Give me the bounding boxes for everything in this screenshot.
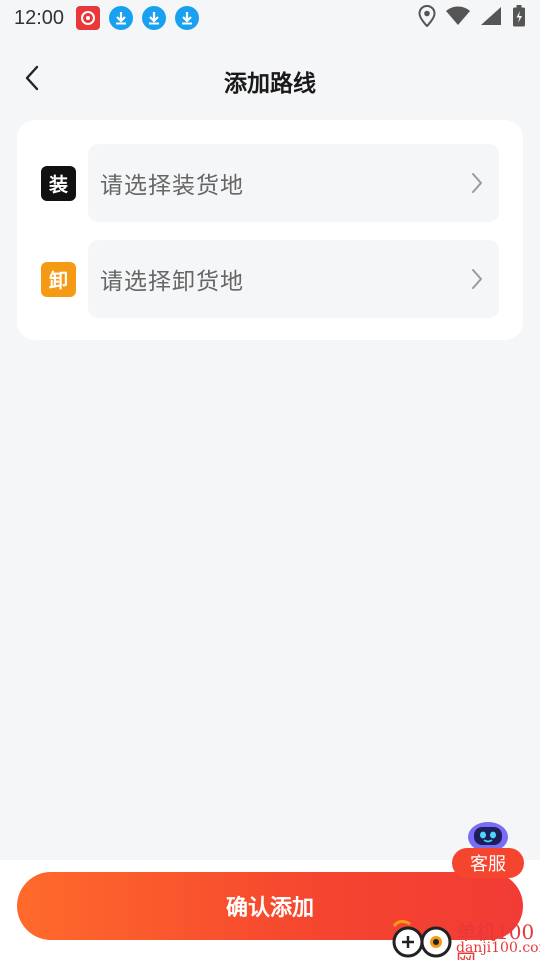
chevron-right-icon bbox=[472, 269, 482, 289]
watermark-logo-icon bbox=[392, 919, 452, 958]
unloading-location-row: 卸 请选择卸货地 bbox=[17, 240, 523, 318]
download-icon bbox=[175, 6, 200, 30]
page-title: 添加路线 bbox=[224, 71, 316, 97]
signal-icon bbox=[480, 6, 502, 30]
status-bar: 12:00 bbox=[0, 0, 540, 36]
wifi-icon bbox=[446, 6, 470, 30]
unload-badge: 卸 bbox=[41, 262, 76, 297]
watermark: 单机100网 danji100.com bbox=[388, 914, 540, 960]
app-notification-icon bbox=[76, 6, 101, 30]
notification-icons bbox=[76, 6, 200, 30]
system-icons bbox=[418, 4, 526, 31]
customer-service-button[interactable]: 客服 bbox=[452, 820, 524, 878]
status-time: 12:00 bbox=[14, 6, 65, 29]
route-card: 装 请选择装货地 卸 请选择卸货地 bbox=[17, 120, 523, 340]
load-badge: 装 bbox=[41, 166, 76, 201]
chevron-right-icon bbox=[472, 173, 482, 193]
loading-location-select[interactable]: 请选择装货地 bbox=[88, 144, 499, 222]
unloading-location-placeholder: 请选择卸货地 bbox=[100, 269, 244, 295]
header: 添加路线 bbox=[0, 50, 540, 108]
customer-service-label: 客服 bbox=[452, 848, 524, 878]
download-icon bbox=[109, 6, 134, 30]
unloading-location-select[interactable]: 请选择卸货地 bbox=[88, 240, 499, 318]
download-icon bbox=[142, 6, 167, 30]
location-icon bbox=[418, 4, 436, 31]
battery-icon bbox=[512, 5, 526, 31]
loading-location-row: 装 请选择装货地 bbox=[17, 144, 523, 222]
loading-location-placeholder: 请选择装货地 bbox=[100, 173, 244, 199]
watermark-url: danji100.com bbox=[456, 940, 540, 956]
